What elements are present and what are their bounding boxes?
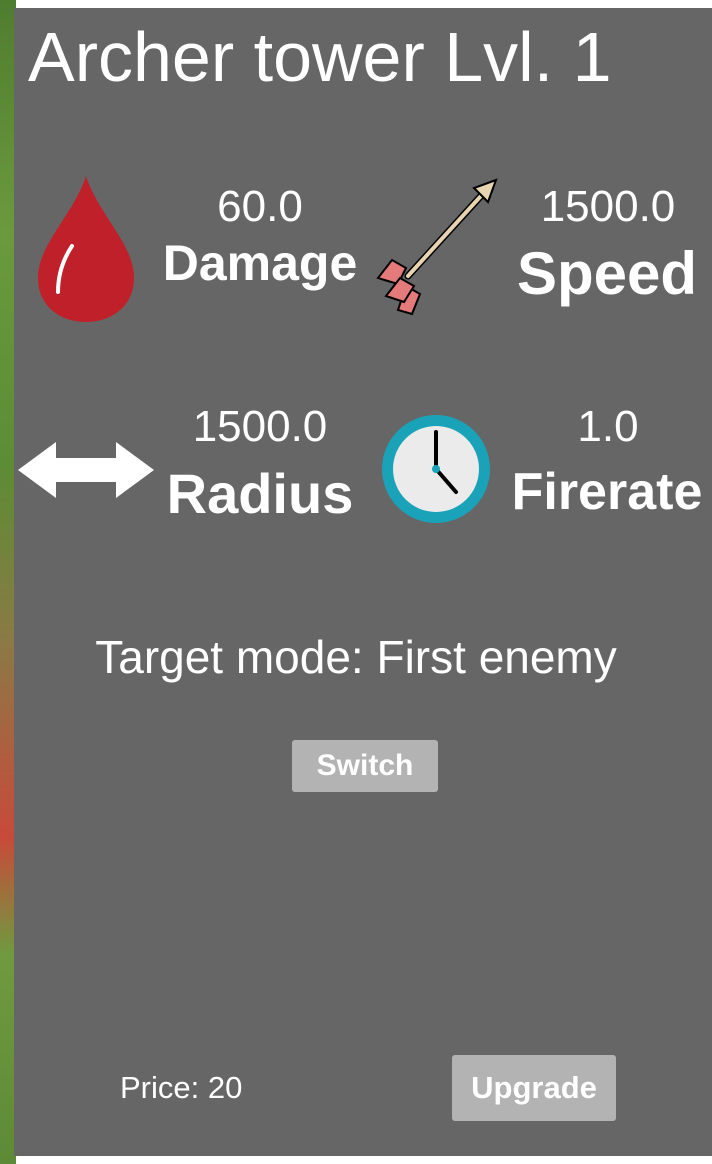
- radius-label: Radius: [166, 462, 354, 525]
- upgrade-button[interactable]: Upgrade: [452, 1055, 616, 1121]
- switch-button[interactable]: Switch: [292, 740, 438, 792]
- damage-value: 60.0: [217, 182, 303, 231]
- arrow-icon: [376, 178, 498, 316]
- firerate-label: Firerate: [511, 463, 703, 521]
- clock-icon: [382, 415, 490, 523]
- speed-label: Speed: [516, 240, 698, 307]
- price-label: Price: 20: [120, 1070, 243, 1105]
- target-mode-text: Target mode: First enemy: [95, 631, 617, 683]
- firerate-value: 1.0: [577, 402, 639, 451]
- double-arrow-icon: [18, 442, 154, 498]
- blood-drop-icon: [38, 176, 134, 322]
- speed-value: 1500.0: [540, 182, 676, 231]
- tower-title: Archer tower Lvl. 1: [28, 18, 612, 96]
- damage-label: Damage: [162, 235, 358, 291]
- radius-value: 1500.0: [192, 402, 328, 451]
